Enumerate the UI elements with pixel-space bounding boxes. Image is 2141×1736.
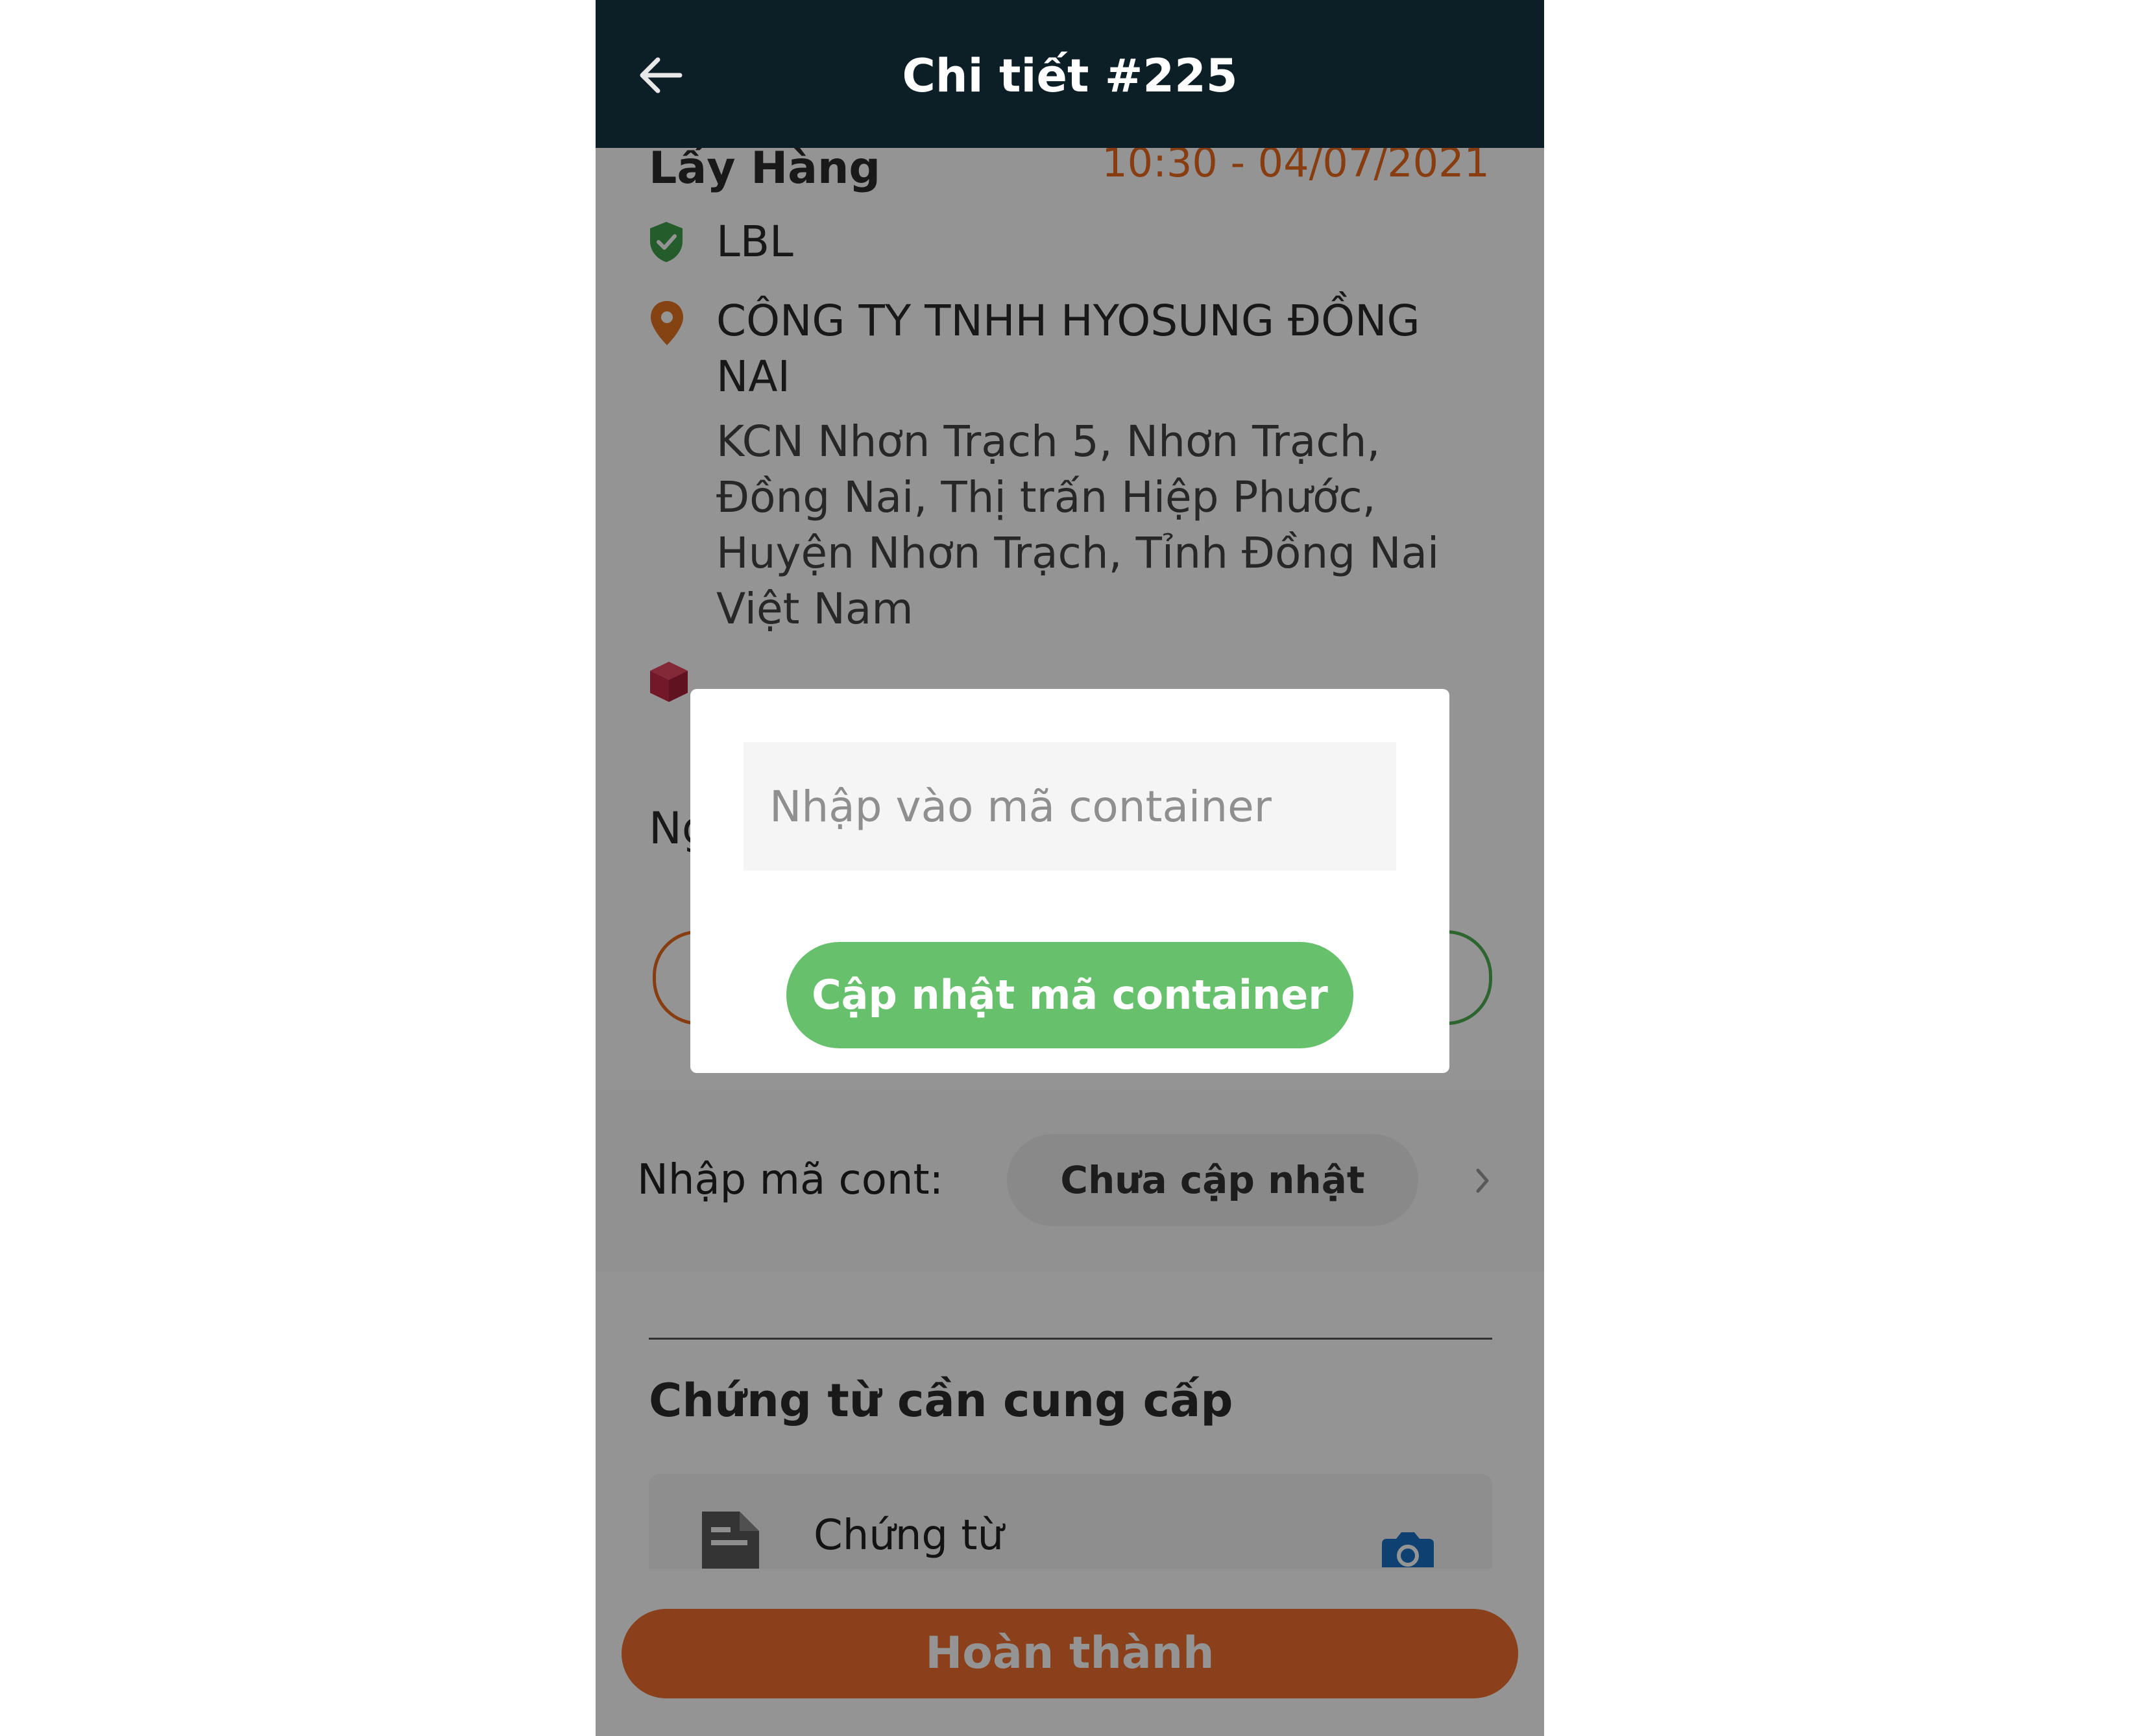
app-header: Chi tiết #225 [596,0,1544,148]
update-container-code-button[interactable]: Cập nhật mã container [786,942,1353,1048]
phone-screen: Lấy Hàng 10:30 - 04/07/2021 LBL CÔNG TY … [596,0,1544,1736]
container-code-dialog: Cập nhật mã container [690,689,1449,1073]
container-code-input[interactable] [744,742,1396,871]
page-title: Chi tiết #225 [902,49,1238,102]
